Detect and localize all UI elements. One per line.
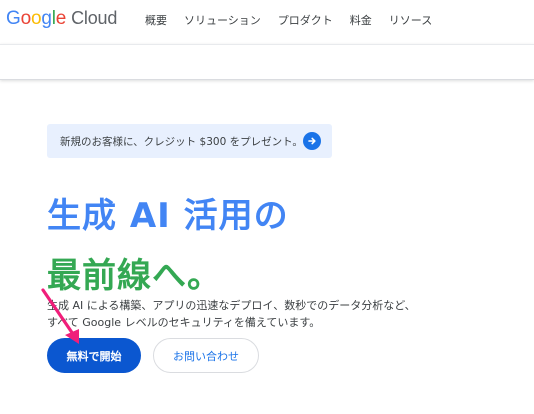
start-free-button[interactable]: 無料で開始: [47, 338, 141, 373]
main-navigation: 概要 ソリューション プロダクト 料金 リソース: [145, 14, 432, 28]
nav-products-link[interactable]: プロダクト: [278, 14, 333, 28]
google-logo-letter: o: [20, 8, 32, 29]
hero-description-line-2: すべて Google レベルのセキュリティを備えています。: [47, 316, 321, 329]
google-logo-letter: e: [55, 8, 67, 29]
nav-pricing-link[interactable]: 料金: [350, 14, 372, 28]
google-logo-letter: g: [41, 8, 52, 29]
hero-title-line-2: 最前線へ。: [47, 255, 222, 296]
nav-resources-link[interactable]: リソース: [389, 14, 432, 28]
hero-description-line-1: 生成 AI による構築、アプリの迅速なデプロイ、数秒でのデータ分析など、: [47, 299, 416, 312]
contact-us-button[interactable]: お問い合わせ: [153, 338, 259, 373]
hero-title-line-1: 生成 AI 活用の: [47, 195, 289, 236]
nav-solutions-link[interactable]: ソリューション: [184, 14, 261, 28]
hero-description: 生成 AI による構築、アプリの迅速なデプロイ、数秒でのデータ分析など、 すべて…: [47, 297, 467, 331]
credit-promo-banner[interactable]: 新規のお客様に、クレジット $300 をプレゼント。: [47, 124, 332, 158]
google-cloud-logo[interactable]: Google Cloud: [6, 9, 117, 28]
google-cloud-page: Google Cloud 概要 ソリューション プロダクト 料金 リソース 新規…: [0, 0, 534, 414]
cloud-logo-text: Cloud: [71, 8, 118, 28]
secondary-navigation-bar: [0, 44, 534, 80]
credit-promo-text: 新規のお客様に、クレジット $300 をプレゼント。: [60, 135, 303, 148]
google-logo-letter: o: [30, 8, 42, 29]
nav-overview-link[interactable]: 概要: [145, 14, 167, 28]
arrow-forward-icon[interactable]: [303, 132, 321, 150]
google-logo-text: Google: [6, 9, 66, 28]
top-navigation-bar: Google Cloud 概要 ソリューション プロダクト 料金 リソース: [0, 0, 534, 44]
google-logo-letter: G: [6, 8, 21, 29]
